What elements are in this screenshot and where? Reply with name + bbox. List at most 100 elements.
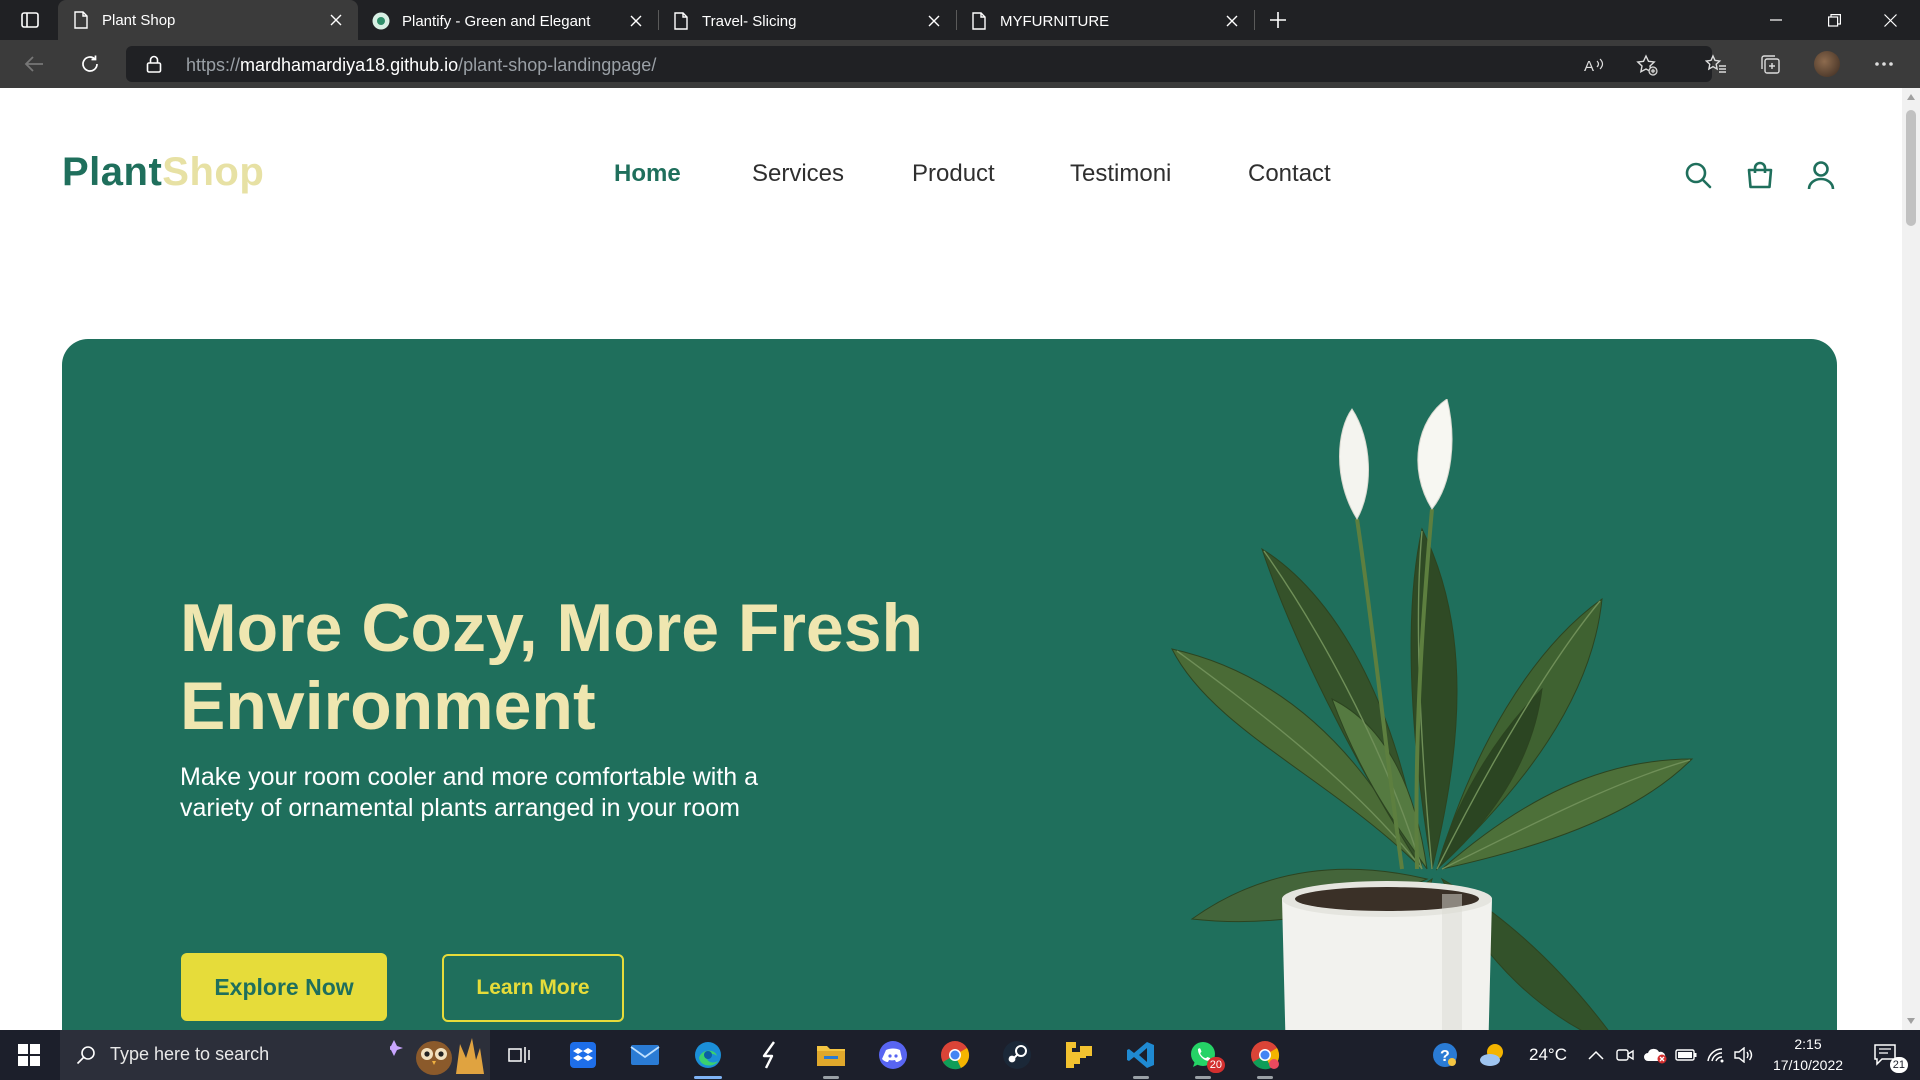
settings-more-button[interactable] [1868,48,1900,80]
dropbox-icon [570,1042,596,1068]
discord-icon [879,1041,907,1069]
taskbar-edge[interactable] [688,1035,728,1079]
volume-icon[interactable] [1732,1043,1756,1067]
url-text[interactable]: https://mardhamardiya18.github.io/plant-… [186,55,656,76]
taskbar-chrome[interactable] [935,1035,975,1075]
hero-section: More Cozy, More Fresh Environment Make yo… [62,339,1837,1030]
close-icon[interactable] [326,10,346,30]
page-icon [72,11,90,29]
close-icon[interactable] [924,11,944,31]
search-icon [76,1045,96,1065]
profile-avatar[interactable] [1814,51,1840,77]
more-icon [1875,62,1893,66]
vscode-icon [1127,1042,1154,1068]
taskbar-yellow-app[interactable] [1059,1035,1099,1075]
close-icon[interactable] [626,11,646,31]
taskbar-whatsapp[interactable]: 20 [1183,1035,1225,1079]
nav-testimoni[interactable]: Testimoni [1070,160,1171,188]
taskbar-file-explorer[interactable] [811,1035,851,1079]
nav-product[interactable]: Product [912,160,995,188]
lock-icon[interactable] [146,55,164,73]
meet-now-icon[interactable] [1614,1043,1636,1067]
browser-tab-plant-shop[interactable]: Plant Shop [58,0,358,40]
scroll-down-icon[interactable] [1907,1018,1915,1024]
browser-tab-myfurniture[interactable]: MYFURNITURE [956,2,1254,40]
minimize-window-button[interactable] [1748,0,1804,40]
browser-toolbar: https://mardhamardiya18.github.io/plant-… [0,40,1920,88]
nav-contact[interactable]: Contact [1248,160,1331,188]
whatsapp-notification-badge: 20 [1206,1057,1225,1073]
tab-title: Plantify - Green and Elegant [402,12,591,30]
tab-actions-icon[interactable] [16,8,44,32]
weather-icon[interactable] [1478,1043,1508,1067]
onedrive-error-icon[interactable] [1642,1043,1668,1067]
notification-center-button[interactable]: 21 [1868,1043,1908,1073]
task-view-button[interactable] [500,1035,540,1075]
chevron-up-icon[interactable] [1586,1043,1606,1067]
close-window-button[interactable] [1862,0,1918,40]
taskbar-discord[interactable] [873,1035,913,1075]
tab-separator [1254,10,1255,30]
hero-title: More Cozy, More Fresh Environment [180,590,924,744]
taskbar-app-s[interactable] [750,1035,790,1075]
browser-tab-travel-slicing[interactable]: Travel- Slicing [658,2,956,40]
tab-title: Plant Shop [102,11,176,29]
page-icon [970,12,988,30]
taskbar-vscode[interactable] [1121,1035,1161,1079]
new-tab-button[interactable] [1264,6,1292,34]
weather-temperature[interactable]: 24°C [1516,1043,1580,1067]
restore-window-button[interactable] [1806,0,1862,40]
back-button[interactable] [18,48,50,80]
site-logo[interactable]: PlantShop [62,150,264,195]
close-icon [1883,13,1897,27]
windows-logo-icon [18,1044,40,1066]
nav-home[interactable]: Home [614,160,681,188]
refresh-button[interactable] [74,48,106,80]
wifi-icon[interactable] [1704,1043,1728,1067]
tab-title: Travel- Slicing [702,12,797,30]
browser-tab-plantify[interactable]: Plantify - Green and Elegant [358,2,658,40]
taskbar-mail[interactable] [625,1035,665,1075]
nav-services[interactable]: Services [752,160,844,188]
taskbar-search[interactable]: Type here to search [60,1030,490,1080]
collections-button[interactable] [1754,48,1786,80]
page-icon [672,12,690,30]
learn-more-button[interactable]: Learn More [442,954,624,1022]
start-button[interactable] [0,1030,58,1080]
add-favorite-icon[interactable] [1634,52,1660,78]
address-bar[interactable]: https://mardhamardiya18.github.io/plant-… [126,46,1712,82]
search-icon[interactable] [1683,160,1713,190]
user-icon[interactable] [1806,160,1836,190]
scroll-up-icon[interactable] [1907,94,1915,100]
shopping-bag-icon[interactable] [1745,160,1775,190]
refresh-icon [82,55,98,72]
restore-icon [1827,13,1841,27]
taskbar-steam[interactable] [997,1035,1037,1075]
battery-icon[interactable] [1674,1043,1698,1067]
plant-image [1171,399,1694,1030]
scrollbar-thumb[interactable] [1906,110,1916,226]
search-highlight-owl-icon [390,1038,484,1075]
taskbar-dropbox[interactable] [563,1035,603,1075]
taskbar-chrome-profile[interactable] [1245,1035,1285,1079]
svg-text:A: A [1584,58,1594,74]
page-scrollbar[interactable] [1902,88,1920,1030]
chrome-icon [1251,1041,1280,1070]
read-aloud-icon[interactable]: A [1582,52,1608,78]
favorites-button[interactable] [1700,48,1732,80]
clock-date: 17/10/2022 [1772,1057,1844,1073]
arrow-left-icon [24,56,43,72]
close-icon[interactable] [1222,11,1242,31]
help-icon[interactable]: ? [1430,1043,1460,1067]
taskbar-clock[interactable]: 2:15 17/10/2022 [1760,1034,1856,1076]
logo-part-shop: Shop [162,150,265,194]
notification-count-badge: 21 [1889,1057,1908,1073]
plus-icon [1270,12,1286,28]
favorites-icon [1705,54,1726,73]
clock-time: 2:15 [1794,1036,1822,1052]
yellow-app-icon [1066,1042,1092,1068]
mail-icon [630,1045,660,1065]
search-placeholder: Type here to search [110,1044,270,1064]
explore-now-button[interactable]: Explore Now [181,953,387,1021]
app-s-icon [762,1041,775,1069]
